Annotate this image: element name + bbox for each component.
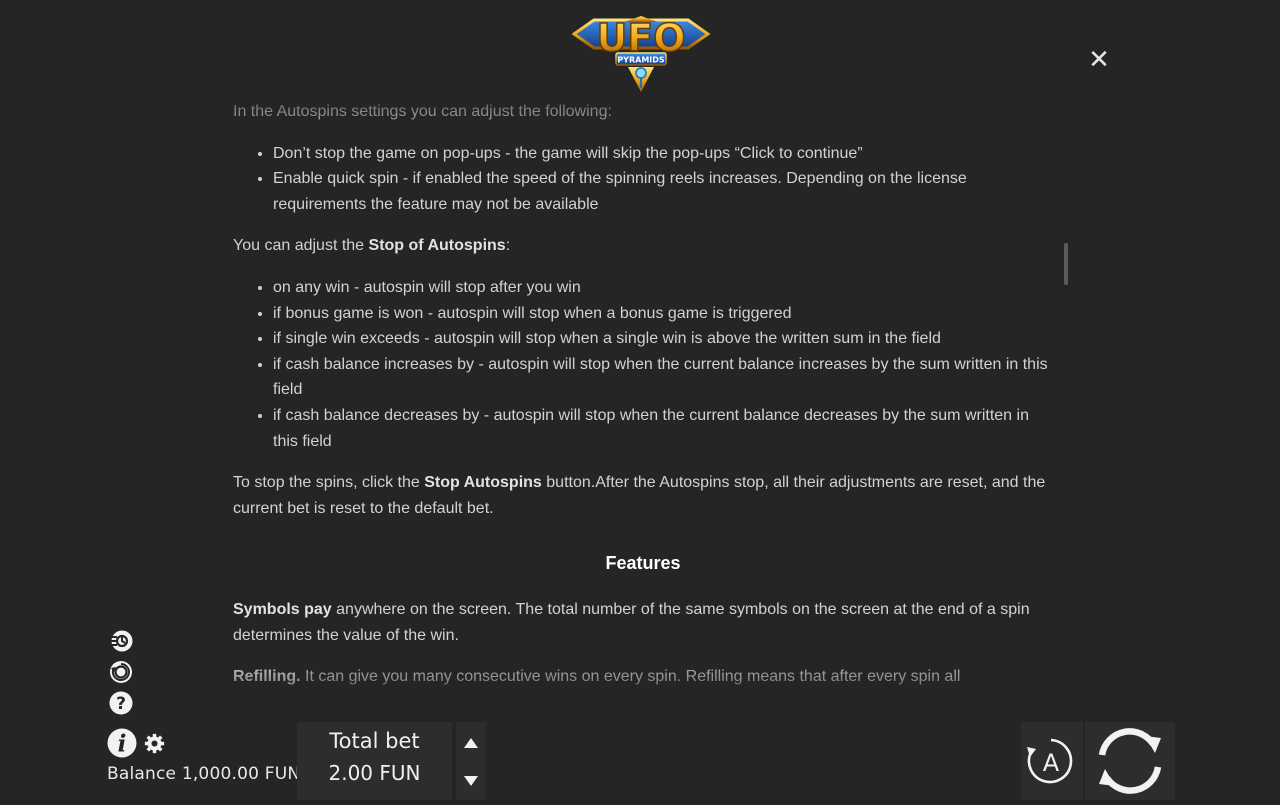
logo-subtitle: PYRAMIDS xyxy=(617,56,665,65)
autoplay-label: A xyxy=(1043,749,1060,777)
total-bet-label: Total bet xyxy=(329,729,420,753)
help-icon[interactable]: ? xyxy=(108,690,134,716)
stop-prefix: You can adjust the xyxy=(233,237,369,255)
list-item: if single win exceeds - autospin will st… xyxy=(273,326,1053,352)
bet-stepper xyxy=(456,722,486,800)
bet-decrease-icon[interactable] xyxy=(456,764,486,798)
stop-bold: Stop of Autospins xyxy=(368,237,506,255)
list-item: Don’t stop the game on pop-ups - the gam… xyxy=(273,141,1053,167)
autoplay-icon: A xyxy=(1027,738,1073,784)
stop-conditions-list: on any win - autospin will stop after yo… xyxy=(233,275,1053,454)
spin-button[interactable] xyxy=(1085,722,1175,800)
total-bet-value: 2.00 FUN xyxy=(328,761,421,785)
autospin-intro: In the Autospins settings you can adjust… xyxy=(233,103,612,120)
symbols-pay-paragraph: Symbols pay anywhere on the screen. The … xyxy=(233,597,1053,648)
autoplay-settings-icon[interactable] xyxy=(108,659,134,685)
stop-spins-bold: Stop Autospins xyxy=(424,474,542,492)
symbols-bold: Symbols pay xyxy=(233,600,332,618)
gear-icon[interactable] xyxy=(144,733,165,754)
autospin-settings-list: Don’t stop the game on pop-ups - the gam… xyxy=(233,141,1053,218)
stop-suffix: : xyxy=(505,237,511,255)
list-item: Enable quick spin - if enabled the speed… xyxy=(273,166,1053,217)
refilling-text: It can give you many consecutive wins on… xyxy=(300,668,961,686)
list-item: if bonus game is won - autospin will sto… xyxy=(273,301,1053,327)
bet-increase-icon[interactable] xyxy=(456,726,486,760)
spin-icon xyxy=(1098,728,1162,794)
game-logo: UFO PYRAMIDS xyxy=(572,15,710,92)
total-bet-panel: Total bet 2.00 FUN xyxy=(297,722,452,800)
info-icon[interactable]: i xyxy=(106,727,138,759)
list-item: if cash balance increases by - autospin … xyxy=(273,352,1053,403)
stop-autospins-intro: You can adjust the Stop of Autospins: xyxy=(233,233,1053,259)
stop-spins-prefix: To stop the spins, click the xyxy=(233,474,425,492)
close-icon[interactable]: ✕ xyxy=(1087,47,1111,73)
balance-label: Balance xyxy=(107,764,177,784)
refilling-paragraph: Refilling. It can give you many consecut… xyxy=(233,664,1053,690)
quick-spin-icon[interactable] xyxy=(108,628,134,654)
features-heading: Features xyxy=(605,553,681,574)
balance-display: Balance 1,000.00 FUN xyxy=(107,764,300,784)
svg-text:?: ? xyxy=(116,694,126,714)
scrollbar[interactable] xyxy=(1064,243,1068,285)
list-item: if cash balance decreases by - autospin … xyxy=(273,403,1053,454)
autoplay-button[interactable]: A xyxy=(1021,722,1083,800)
refilling-bold: Refilling. xyxy=(233,668,301,686)
svg-text:i: i xyxy=(118,731,127,758)
symbols-text: anywhere on the screen. The total number… xyxy=(233,600,1030,644)
help-content[interactable]: In the Autospins settings you can adjust… xyxy=(233,99,1053,697)
stop-spins-paragraph: To stop the spins, click the Stop Autosp… xyxy=(233,470,1053,521)
list-item: on any win - autospin will stop after yo… xyxy=(273,275,1053,301)
balance-value: 1,000.00 FUN xyxy=(181,764,301,784)
